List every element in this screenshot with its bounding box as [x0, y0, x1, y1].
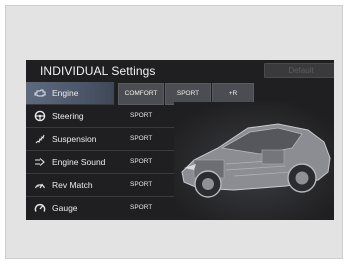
display-screen: INDIVIDUAL Settings Default Engine Steer… [26, 60, 334, 220]
menu-item-label: Rev Match [52, 180, 93, 190]
default-button[interactable]: Default [264, 63, 334, 78]
menu-item-value: SPORT [130, 158, 153, 165]
menu-item-label: Engine [52, 88, 79, 98]
screen-title: INDIVIDUAL Settings [40, 64, 156, 78]
menu-item-value: SPORT [130, 135, 153, 142]
option-comfort-button[interactable]: COMFORT [118, 83, 164, 105]
engine-icon [34, 87, 46, 99]
menu-item-value: SPORT [130, 204, 153, 211]
menu-item-label: Gauge [52, 203, 78, 213]
steering-wheel-icon [34, 110, 46, 122]
menu-item-label: Steering [52, 111, 84, 121]
menu-item-label: Suspension [52, 134, 97, 144]
menu-item-value: SPORT [130, 181, 153, 188]
car-cutaway-image [174, 102, 334, 220]
rev-match-icon: A [34, 179, 46, 191]
manual-figure-frame: INDIVIDUAL Settings Default Engine Steer… [5, 5, 343, 259]
engine-sound-icon [34, 156, 46, 168]
menu-item-engine[interactable]: Engine [26, 82, 114, 105]
menu-item-label: Engine Sound [52, 157, 106, 167]
suspension-icon [34, 133, 46, 145]
gauge-icon [34, 202, 46, 214]
menu-item-value: SPORT [130, 112, 153, 119]
